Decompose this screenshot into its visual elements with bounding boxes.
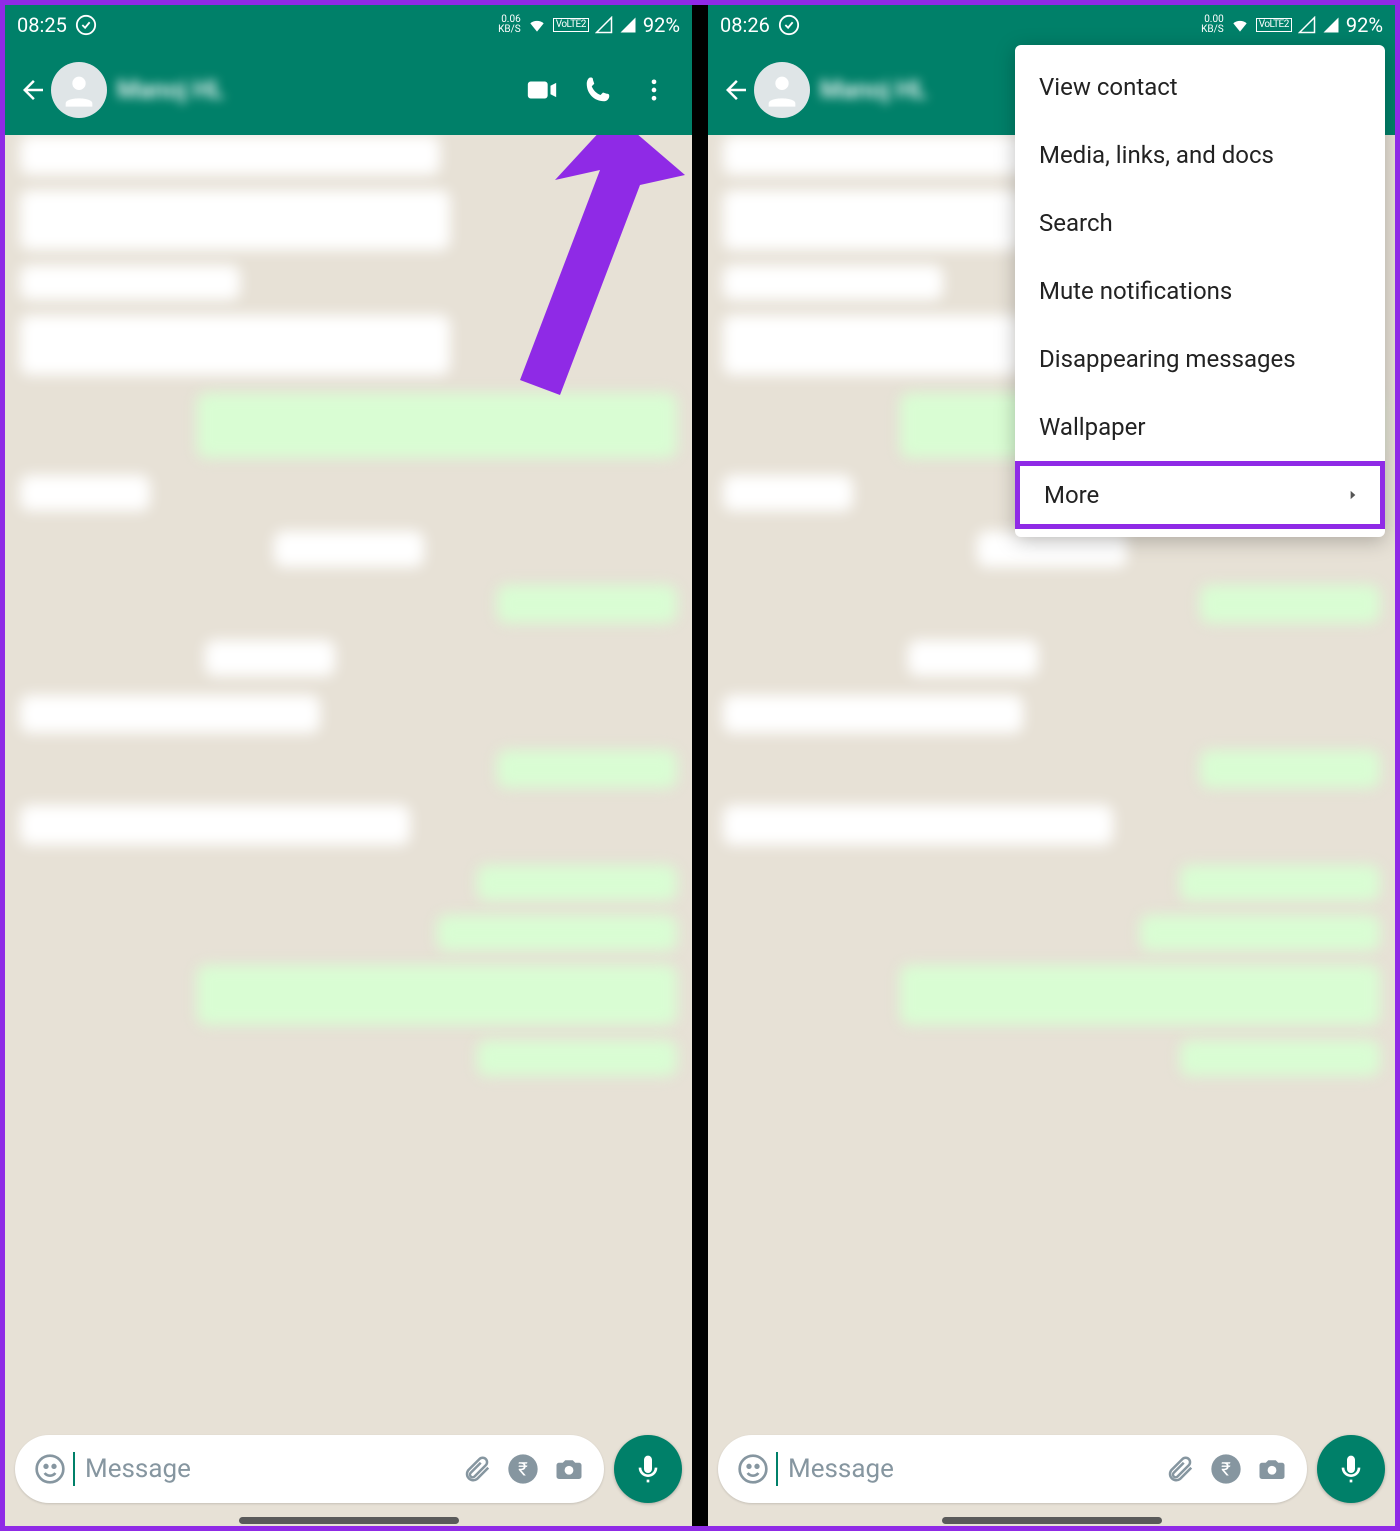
message-in[interactable] — [205, 640, 335, 676]
video-call-button[interactable] — [514, 62, 570, 118]
status-time: 08:25 — [17, 13, 67, 37]
message-in[interactable] — [723, 695, 1023, 733]
camera-icon[interactable] — [1249, 1446, 1295, 1492]
chat-body[interactable]: Message ₹ — [5, 135, 692, 1526]
chat-toolbar: Manoj HL — [5, 45, 692, 135]
screenshot-pair: 08:25 0.06KB/S VoLTE2 92% Manoj HL — [0, 0, 1400, 1531]
phone-left: 08:25 0.06KB/S VoLTE2 92% Manoj HL — [5, 5, 692, 1526]
message-in[interactable] — [20, 695, 320, 733]
message-out[interactable] — [1200, 750, 1380, 788]
message-in[interactable] — [20, 135, 440, 175]
lte-icon: VoLTE2 — [553, 18, 589, 32]
message-placeholder: Message — [788, 1454, 1157, 1484]
menu-mute-notifications[interactable]: Mute notifications — [1015, 257, 1385, 325]
emoji-icon[interactable] — [730, 1446, 776, 1492]
signal-2-icon — [619, 16, 637, 34]
message-in[interactable] — [20, 190, 450, 250]
menu-more[interactable]: More — [1015, 461, 1385, 529]
battery-pct: 92% — [1346, 13, 1383, 37]
payment-icon[interactable]: ₹ — [500, 1446, 546, 1492]
annotation-arrow-icon — [385, 135, 685, 425]
message-input[interactable]: Message ₹ — [15, 1435, 604, 1503]
message-in[interactable] — [723, 805, 1113, 845]
message-out[interactable] — [197, 965, 677, 1025]
message-out[interactable] — [497, 585, 677, 623]
svg-text:₹: ₹ — [518, 1459, 528, 1481]
message-placeholder: Message — [85, 1454, 454, 1484]
battery-pct: 92% — [643, 13, 680, 37]
attach-icon[interactable] — [1157, 1446, 1203, 1492]
message-out[interactable] — [197, 393, 677, 458]
mic-button[interactable] — [614, 1435, 682, 1503]
divider — [692, 5, 708, 1526]
menu-media-links-docs[interactable]: Media, links, and docs — [1015, 121, 1385, 189]
wifi-icon — [1230, 15, 1250, 35]
contact-name[interactable]: Manoj HL — [117, 76, 224, 105]
menu-disappearing-messages[interactable]: Disappearing messages — [1015, 325, 1385, 393]
emoji-icon[interactable] — [27, 1446, 73, 1492]
menu-search[interactable]: Search — [1015, 189, 1385, 257]
signal-2-icon — [1322, 16, 1340, 34]
phone-right: 08:26 0.00KB/S VoLTE2 92% Manoj HL — [708, 5, 1395, 1526]
signal-1-icon — [1298, 16, 1316, 34]
svg-text:₹: ₹ — [1221, 1459, 1231, 1481]
camera-icon[interactable] — [546, 1446, 592, 1492]
status-app-icon — [75, 14, 97, 36]
message-out[interactable] — [437, 915, 677, 951]
voice-call-button[interactable] — [570, 62, 626, 118]
avatar[interactable] — [51, 62, 107, 118]
menu-view-contact[interactable]: View contact — [1015, 53, 1385, 121]
message-out[interactable] — [477, 865, 677, 901]
status-bar: 08:26 0.00KB/S VoLTE2 92% — [708, 5, 1395, 45]
payment-icon[interactable]: ₹ — [1203, 1446, 1249, 1492]
status-app-icon — [778, 14, 800, 36]
menu-wallpaper[interactable]: Wallpaper — [1015, 393, 1385, 461]
nav-pill[interactable] — [239, 1517, 459, 1524]
message-in[interactable] — [723, 475, 853, 511]
nav-pill[interactable] — [942, 1517, 1162, 1524]
mic-button[interactable] — [1317, 1435, 1385, 1503]
message-in[interactable] — [723, 265, 943, 300]
message-input[interactable]: Message ₹ — [718, 1435, 1307, 1503]
wifi-icon — [527, 15, 547, 35]
input-bar: Message ₹ — [718, 1434, 1385, 1504]
message-out[interactable] — [1140, 915, 1380, 951]
back-button[interactable] — [15, 72, 51, 108]
signal-1-icon — [595, 16, 613, 34]
more-options-button[interactable] — [626, 62, 682, 118]
message-out[interactable] — [1200, 585, 1380, 623]
options-menu: View contact Media, links, and docs Sear… — [1015, 45, 1385, 537]
avatar[interactable] — [754, 62, 810, 118]
message-out[interactable] — [477, 1040, 677, 1076]
message-in[interactable] — [723, 315, 1023, 375]
date-chip — [274, 531, 424, 567]
status-time: 08:26 — [720, 13, 770, 37]
status-bar: 08:25 0.06KB/S VoLTE2 92% — [5, 5, 692, 45]
message-in[interactable] — [20, 315, 450, 375]
input-bar: Message ₹ — [15, 1434, 682, 1504]
message-out[interactable] — [1180, 865, 1380, 901]
message-in[interactable] — [908, 640, 1038, 676]
contact-name[interactable]: Manoj HL — [820, 76, 927, 105]
lte-icon: VoLTE2 — [1256, 18, 1292, 32]
message-out[interactable] — [900, 965, 1380, 1025]
chevron-right-icon — [1346, 488, 1360, 502]
message-in[interactable] — [20, 805, 410, 845]
attach-icon[interactable] — [454, 1446, 500, 1492]
back-button[interactable] — [718, 72, 754, 108]
message-in[interactable] — [20, 265, 240, 300]
message-in[interactable] — [723, 190, 1023, 250]
message-in[interactable] — [20, 475, 150, 511]
message-out[interactable] — [1180, 1040, 1380, 1076]
message-out[interactable] — [497, 750, 677, 788]
